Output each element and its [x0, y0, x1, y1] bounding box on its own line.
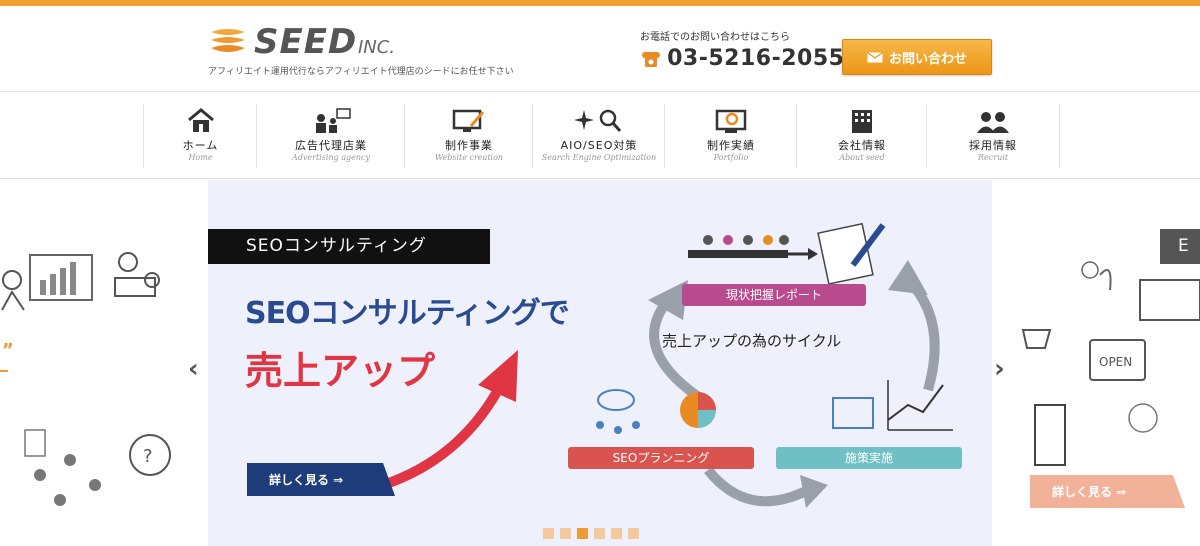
slider-dot[interactable]	[594, 528, 605, 539]
site-logo[interactable]: SEED INC. アフィリエイト運用代行ならアフィリエイト代理店のシードにお任…	[208, 20, 538, 80]
cycle-label: 売上アップの為のサイクル	[662, 332, 842, 350]
agency-icon	[316, 108, 351, 133]
nav-label-en: Recruit	[978, 153, 1008, 162]
nav-item-recruit[interactable]: 採用情報 Recruit	[926, 104, 1060, 168]
slider-prev-arrow[interactable]: ‹	[188, 354, 199, 384]
growth-arrow-icon	[378, 350, 518, 490]
nav-item-website-creation[interactable]: 制作事業 Website creation	[404, 104, 533, 168]
detail-button-label: 詳しく見る ⇒	[1052, 485, 1127, 499]
site-header: SEED INC. アフィリエイト運用代行ならアフィリエイト代理店のシードにお任…	[0, 6, 1200, 92]
nav-label-en: Search Engine Optimization	[541, 153, 657, 162]
nav-label-en: Website creation	[434, 153, 504, 162]
slider-dot[interactable]	[543, 528, 554, 539]
nav-label: ホーム	[182, 139, 219, 152]
sales-cycle-diagram	[596, 222, 953, 508]
main-nav: ホーム Home 広告代理店業 Advertising agency 制作事業 …	[0, 92, 1200, 179]
nav-item-seo[interactable]: AIO/SEO対策 Search Engine Optimization	[532, 104, 665, 168]
site-tagline: アフィリエイト運用代行ならアフィリエイト代理店のシードにお任せ下さい	[208, 67, 514, 77]
step-report-label: 現状把握レポート	[682, 284, 866, 306]
slider-pagination	[543, 528, 645, 540]
nav-label-en: Portfolio	[713, 153, 749, 162]
inquiry-button-label: お問い合わせ	[888, 51, 967, 67]
nav-label: 会社情報	[838, 139, 886, 152]
logo-suffix: INC.	[358, 37, 396, 58]
nav-label-en: Home	[188, 153, 213, 162]
building-icon	[852, 110, 872, 133]
people-icon	[977, 112, 1009, 133]
mail-icon	[867, 51, 883, 62]
contact-caption: お電話でのお問い合わせはこちら	[640, 32, 790, 43]
nav-label: 採用情報	[969, 139, 1017, 152]
phone-icon	[642, 51, 660, 67]
nav-label: 広告代理店業	[295, 139, 367, 152]
nav-label: AIO/SEO対策	[560, 139, 638, 152]
nav-item-advertising[interactable]: 広告代理店業 Advertising agency	[256, 104, 405, 168]
seo-search-icon	[574, 109, 622, 132]
slide-headline: SEOコンサルティングで	[245, 296, 570, 331]
slider-dot[interactable]	[611, 528, 622, 539]
slider-dot[interactable]	[560, 528, 571, 539]
phone-block[interactable]: 03-5216-2055	[640, 46, 844, 71]
next-detail-button[interactable]: 詳しく見る ⇒	[1030, 475, 1185, 508]
next-slide-peek[interactable]: E OPEN 詳しく見る ⇒	[995, 180, 1200, 546]
portfolio-icon	[715, 109, 747, 133]
slider-dot[interactable]	[628, 528, 639, 539]
hero-slider: ? ” SEOコンサルティング SEOコンサルティングで 売上アップ 詳しく見る…	[0, 180, 1200, 546]
previous-slide-peek[interactable]: ? ”	[0, 180, 205, 546]
step-planning-label: SEOプランニング	[568, 447, 754, 469]
phone-number: 03-5216-2055	[667, 46, 845, 71]
inquiry-button[interactable]: お問い合わせ	[842, 39, 992, 75]
detail-button[interactable]: 詳しく見る ⇒	[247, 463, 395, 496]
nav-label: 制作実績	[707, 139, 755, 152]
business-sketch-illustration: ?	[0, 252, 171, 506]
nav-label-en: About seed	[839, 153, 885, 162]
nav-label: 制作事業	[445, 139, 493, 152]
svg-text:OPEN: OPEN	[1099, 355, 1132, 369]
nav-label-en: Advertising agency	[291, 153, 370, 162]
logo-text: SEED	[254, 22, 358, 62]
home-icon	[187, 108, 214, 132]
nav-item-home[interactable]: ホーム Home	[143, 104, 257, 168]
current-slide: SEOコンサルティング SEOコンサルティングで 売上アップ 詳しく見る ⇒ 現…	[208, 180, 992, 546]
logo-mark-icon	[211, 29, 245, 52]
monitor-pen-icon	[452, 109, 485, 132]
step-execution-label: 施策実施	[776, 447, 962, 469]
slider-dot-active[interactable]	[577, 528, 588, 539]
nav-item-about[interactable]: 会社情報 About seed	[796, 104, 927, 168]
svg-text:?: ?	[143, 446, 153, 467]
contact-info: お電話でのお問い合わせはこちら 03-5216-2055	[640, 28, 844, 71]
slide-title: SEOコンサルティング	[208, 229, 490, 264]
nav-item-portfolio[interactable]: 制作実績 Portfolio	[664, 104, 797, 168]
quote-mark-icon: ”	[2, 340, 14, 361]
detail-button-label: 詳しく見る ⇒	[269, 473, 344, 487]
